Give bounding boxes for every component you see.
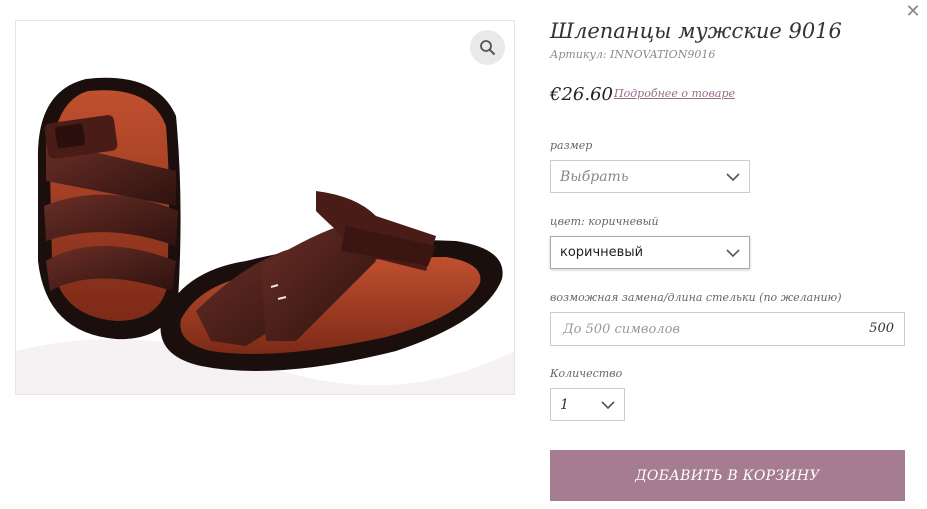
- chevron-down-icon: [726, 173, 740, 182]
- color-select-value: коричневый: [560, 245, 644, 260]
- size-select-value: Выбрать: [560, 169, 629, 185]
- insole-input[interactable]: До 500 символов 500: [550, 312, 905, 346]
- quantity-label: Количество: [550, 367, 623, 380]
- close-button[interactable]: ✕: [905, 3, 921, 21]
- more-details-link[interactable]: Подробнее о товаре: [614, 87, 735, 100]
- character-counter: 500: [869, 321, 894, 336]
- add-to-cart-button[interactable]: ДОБАВИТЬ В КОРЗИНУ: [550, 450, 905, 501]
- insole-label: возможная замена/длина стельки (по желан…: [550, 291, 842, 304]
- product-title: Шлепанцы мужские 9016: [550, 19, 842, 43]
- color-label: цвет: коричневый: [550, 215, 659, 228]
- quantity-select-value: 1: [560, 397, 569, 413]
- product-sku: Артикул: INNOVATION9016: [550, 48, 716, 61]
- size-select[interactable]: Выбрать: [550, 160, 750, 193]
- zoom-button[interactable]: [470, 30, 505, 65]
- close-icon: ✕: [905, 1, 921, 22]
- quantity-select[interactable]: 1: [550, 388, 625, 421]
- product-price: €26.60: [550, 84, 613, 105]
- size-label: размер: [550, 139, 593, 152]
- search-icon: [480, 40, 496, 56]
- product-image: [16, 77, 514, 394]
- color-select[interactable]: коричневый: [550, 236, 750, 269]
- insole-input-placeholder: До 500 символов: [563, 322, 680, 337]
- product-image-container: [15, 20, 515, 395]
- chevron-down-icon: [726, 249, 740, 258]
- chevron-down-icon: [601, 401, 615, 410]
